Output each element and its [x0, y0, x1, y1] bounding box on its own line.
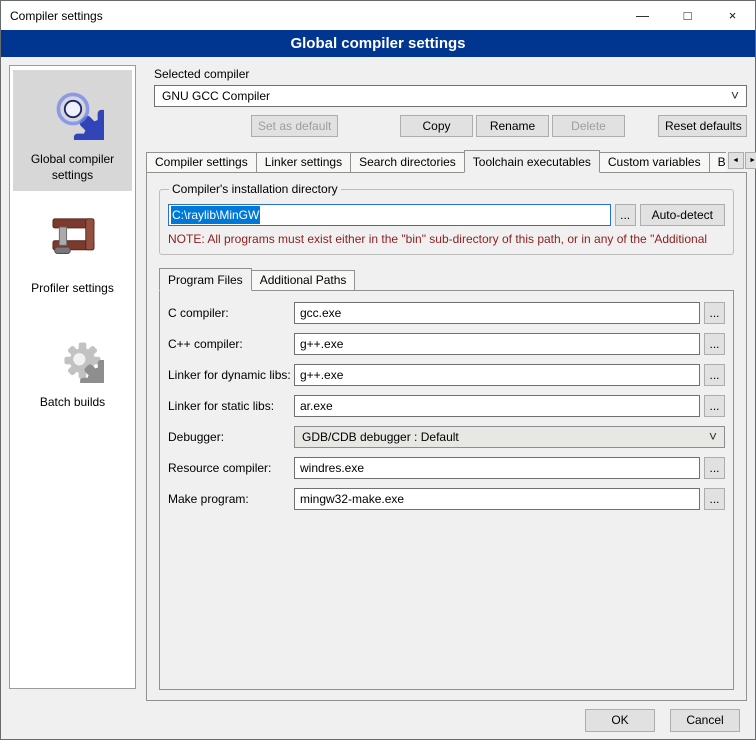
directory-browse-button[interactable]: ...: [615, 204, 636, 226]
field-row-resource-compiler: Resource compiler: ...: [168, 457, 725, 479]
static-linker-input[interactable]: [294, 395, 700, 417]
delete-button: Delete: [552, 115, 625, 137]
sidebar-item-label: Batch builds: [40, 395, 105, 411]
field-label: C compiler:: [168, 306, 294, 320]
field-label: Make program:: [168, 492, 294, 506]
tab-program-files[interactable]: Program Files: [159, 268, 252, 291]
resource-compiler-input[interactable]: [294, 457, 700, 479]
tab-scroll-left-icon[interactable]: ◄: [728, 152, 744, 169]
window-controls: — □ ×: [620, 1, 755, 30]
c-compiler-browse-button[interactable]: ...: [704, 302, 725, 324]
chevron-down-icon: ˅: [725, 90, 739, 101]
dynamic-linker-input[interactable]: [294, 364, 700, 386]
tab-scroll-controls: ◄ ►: [728, 152, 756, 169]
sidebar-item-profiler-settings[interactable]: Profiler settings: [13, 199, 132, 305]
global-compiler-gear-icon: [42, 78, 104, 140]
field-row-cpp-compiler: C++ compiler: ...: [168, 333, 725, 355]
c-compiler-input[interactable]: [294, 302, 700, 324]
rename-button[interactable]: Rename: [476, 115, 549, 137]
installation-directory-group: Compiler's installation directory C:\ray…: [159, 189, 734, 255]
cancel-button[interactable]: Cancel: [670, 709, 740, 732]
dialog-body: Global compiler settings Profiler settin…: [1, 57, 755, 701]
window-title: Compiler settings: [1, 9, 103, 23]
ok-button[interactable]: OK: [585, 709, 655, 732]
dialog-footer: OK Cancel: [1, 701, 755, 739]
chevron-down-icon: ˅: [703, 431, 717, 442]
settings-category-sidebar: Global compiler settings Profiler settin…: [9, 65, 136, 689]
sidebar-item-batch-builds[interactable]: Batch builds: [13, 313, 132, 419]
dynamic-linker-browse-button[interactable]: ...: [704, 364, 725, 386]
tab-search-directories[interactable]: Search directories: [350, 152, 465, 172]
installation-directory-value: C:\raylib\MinGW: [171, 206, 260, 224]
batch-builds-gears-icon: [42, 321, 104, 383]
field-row-dynamic-linker: Linker for dynamic libs: ...: [168, 364, 725, 386]
selected-compiler-label: Selected compiler: [154, 67, 747, 81]
field-row-c-compiler: C compiler: ...: [168, 302, 725, 324]
cpp-compiler-input[interactable]: [294, 333, 700, 355]
field-label: Linker for static libs:: [168, 399, 294, 413]
field-label: C++ compiler:: [168, 337, 294, 351]
selected-compiler-dropdown[interactable]: GNU GCC Compiler ˅: [154, 85, 747, 107]
auto-detect-button[interactable]: Auto-detect: [640, 204, 725, 226]
debugger-value: GDB/CDB debugger : Default: [302, 430, 459, 444]
program-files-panel: C compiler: ... C++ compiler: ... Linker…: [159, 290, 734, 690]
field-row-static-linker: Linker for static libs: ...: [168, 395, 725, 417]
tab-toolchain-executables[interactable]: Toolchain executables: [464, 150, 600, 173]
tab-scroll-right-icon[interactable]: ►: [745, 152, 756, 169]
program-files-tabbar: Program Files Additional Paths: [159, 267, 736, 290]
compiler-settings-window: Compiler settings — □ × Global compiler …: [0, 0, 756, 740]
copy-button[interactable]: Copy: [400, 115, 473, 137]
make-program-browse-button[interactable]: ...: [704, 488, 725, 510]
toolchain-executables-panel: Compiler's installation directory C:\ray…: [146, 172, 747, 701]
bin-subdirectory-note: NOTE: All programs must exist either in …: [168, 232, 725, 246]
field-row-debugger: Debugger: GDB/CDB debugger : Default ˅: [168, 426, 725, 448]
tab-build-options[interactable]: Buil: [709, 152, 726, 172]
debugger-dropdown[interactable]: GDB/CDB debugger : Default ˅: [294, 426, 725, 448]
maximize-icon[interactable]: □: [665, 1, 710, 30]
close-icon[interactable]: ×: [710, 1, 755, 30]
resource-compiler-browse-button[interactable]: ...: [704, 457, 725, 479]
field-label: Debugger:: [168, 430, 294, 444]
sidebar-item-label: Global compiler settings: [15, 152, 130, 183]
titlebar: Compiler settings — □ ×: [1, 1, 755, 30]
dialog-header-title: Global compiler settings: [1, 30, 755, 57]
settings-tabbar: Compiler settings Linker settings Search…: [146, 149, 747, 172]
installation-directory-input[interactable]: C:\raylib\MinGW: [168, 204, 611, 226]
compiler-action-buttons: Set as default Copy Rename Delete Reset …: [154, 115, 747, 137]
tab-linker-settings[interactable]: Linker settings: [256, 152, 351, 172]
main-content: Selected compiler GNU GCC Compiler ˅ Set…: [146, 65, 747, 701]
field-label: Resource compiler:: [168, 461, 294, 475]
make-program-input[interactable]: [294, 488, 700, 510]
tab-custom-variables[interactable]: Custom variables: [599, 152, 710, 172]
sidebar-item-global-compiler-settings[interactable]: Global compiler settings: [13, 70, 132, 191]
profiler-clamp-icon: [42, 207, 104, 269]
selected-compiler-value: GNU GCC Compiler: [162, 89, 270, 103]
installation-directory-group-title: Compiler's installation directory: [169, 182, 341, 196]
installation-directory-row: C:\raylib\MinGW ... Auto-detect: [168, 204, 725, 226]
sidebar-item-label: Profiler settings: [31, 281, 114, 297]
field-row-make-program: Make program: ...: [168, 488, 725, 510]
cpp-compiler-browse-button[interactable]: ...: [704, 333, 725, 355]
static-linker-browse-button[interactable]: ...: [704, 395, 725, 417]
field-label: Linker for dynamic libs:: [168, 368, 294, 382]
minimize-icon[interactable]: —: [620, 1, 665, 30]
tab-compiler-settings[interactable]: Compiler settings: [146, 152, 257, 172]
reset-defaults-button[interactable]: Reset defaults: [658, 115, 747, 137]
set-as-default-button: Set as default: [251, 115, 338, 137]
tab-additional-paths[interactable]: Additional Paths: [251, 270, 356, 290]
